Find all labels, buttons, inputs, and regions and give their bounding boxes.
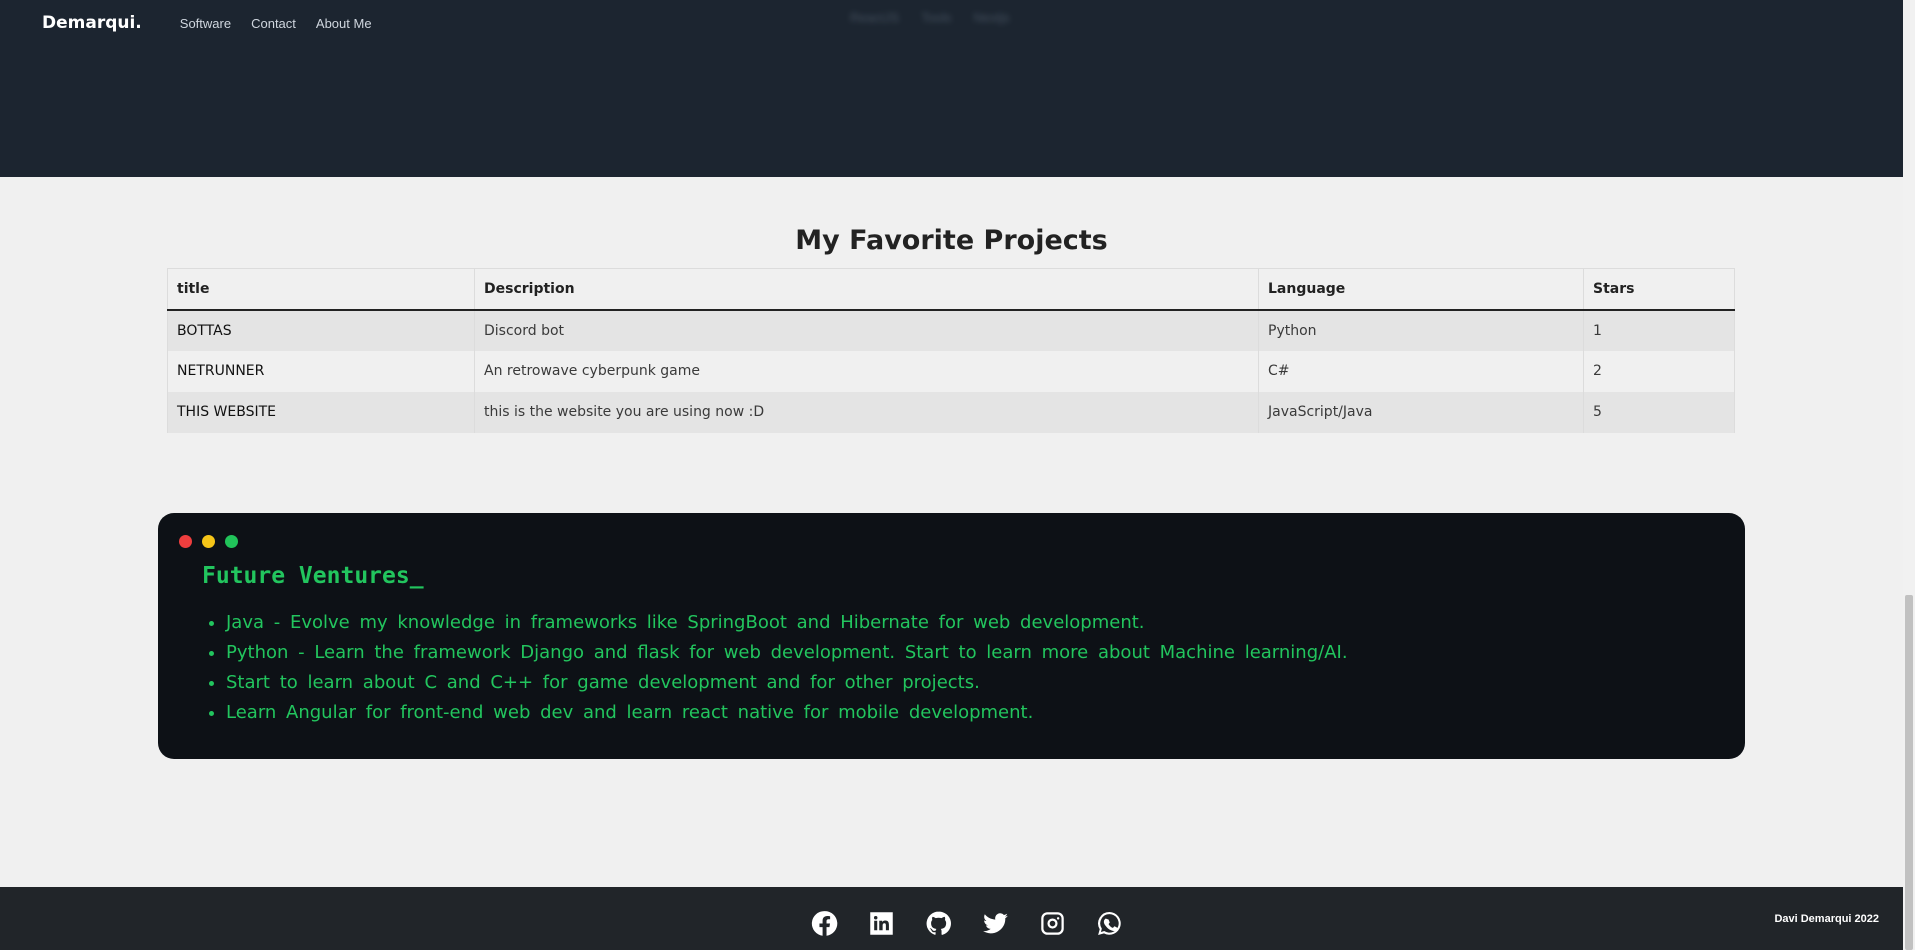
list-item: Java - Evolve my knowledge in frameworks… bbox=[226, 608, 1348, 638]
whatsapp-icon[interactable] bbox=[1095, 909, 1124, 938]
project-description-cell: this is the website you are using now :D bbox=[474, 391, 1259, 433]
project-title-cell: BOTTAS bbox=[167, 309, 475, 351]
section-title: My Favorite Projects bbox=[795, 225, 1108, 256]
blurred-tag: Nextjs bbox=[973, 10, 1010, 25]
terminal-title: Future Ventures_ bbox=[202, 563, 424, 589]
list-item: Start to learn about C and C++ for game … bbox=[226, 668, 1348, 698]
brand-logo[interactable]: Demarqui. bbox=[42, 13, 142, 33]
facebook-icon[interactable] bbox=[810, 909, 839, 938]
footer: Davi Demarqui 2022 bbox=[0, 887, 1903, 950]
blurred-tech-tags: ReactJS Tools Nextjs bbox=[850, 10, 1010, 25]
social-links bbox=[810, 909, 1124, 938]
column-header-description: Description bbox=[474, 268, 1259, 311]
project-stars-cell: 1 bbox=[1583, 309, 1735, 351]
table-row: THIS WEBSITE this is the website you are… bbox=[167, 391, 1735, 433]
blurred-tag: ReactJS bbox=[850, 10, 900, 25]
blurred-tag: Tools bbox=[921, 10, 952, 25]
table-row: NETRUNNER An retrowave cyberpunk game C#… bbox=[167, 350, 1735, 392]
projects-table: title Description Language Stars BOTTAS … bbox=[167, 268, 1735, 433]
nav-link-contact[interactable]: Contact bbox=[251, 16, 296, 31]
maximize-dot-icon bbox=[225, 535, 238, 548]
terminal-window: Future Ventures_ Java - Evolve my knowle… bbox=[158, 513, 1745, 759]
project-description-cell: Discord bot bbox=[474, 309, 1259, 351]
table-row: BOTTAS Discord bot Python 1 bbox=[167, 309, 1735, 351]
list-item: Learn Angular for front-end web dev and … bbox=[226, 698, 1348, 728]
project-stars-cell: 2 bbox=[1583, 350, 1735, 392]
project-stars-cell: 5 bbox=[1583, 391, 1735, 433]
instagram-icon[interactable] bbox=[1038, 909, 1067, 938]
twitter-icon[interactable] bbox=[981, 909, 1010, 938]
project-description-cell: An retrowave cyberpunk game bbox=[474, 350, 1259, 392]
project-language-cell: Python bbox=[1258, 309, 1584, 351]
github-icon[interactable] bbox=[924, 909, 953, 938]
column-header-stars: Stars bbox=[1583, 268, 1735, 311]
project-language-cell: C# bbox=[1258, 350, 1584, 392]
minimize-dot-icon bbox=[202, 535, 215, 548]
project-title-cell: NETRUNNER bbox=[167, 350, 475, 392]
nav-link-software[interactable]: Software bbox=[180, 16, 231, 31]
hero-header: Demarqui. Software Contact About Me Reac… bbox=[0, 0, 1903, 177]
navbar: Demarqui. Software Contact About Me bbox=[42, 12, 392, 34]
copyright-text: Davi Demarqui 2022 bbox=[1774, 913, 1879, 925]
scrollbar-thumb[interactable] bbox=[1905, 595, 1913, 950]
linkedin-icon[interactable] bbox=[867, 909, 896, 938]
nav-link-about-me[interactable]: About Me bbox=[316, 16, 372, 31]
page-scrollbar[interactable] bbox=[1903, 0, 1915, 950]
future-ventures-list: Java - Evolve my knowledge in frameworks… bbox=[226, 608, 1348, 728]
project-title-cell: THIS WEBSITE bbox=[167, 391, 475, 433]
list-item: Python - Learn the framework Django and … bbox=[226, 638, 1348, 668]
column-header-title: title bbox=[167, 268, 475, 311]
close-dot-icon bbox=[179, 535, 192, 548]
table-header-row: title Description Language Stars bbox=[167, 268, 1735, 311]
project-language-cell: JavaScript/Java bbox=[1258, 391, 1584, 433]
column-header-language: Language bbox=[1258, 268, 1584, 311]
